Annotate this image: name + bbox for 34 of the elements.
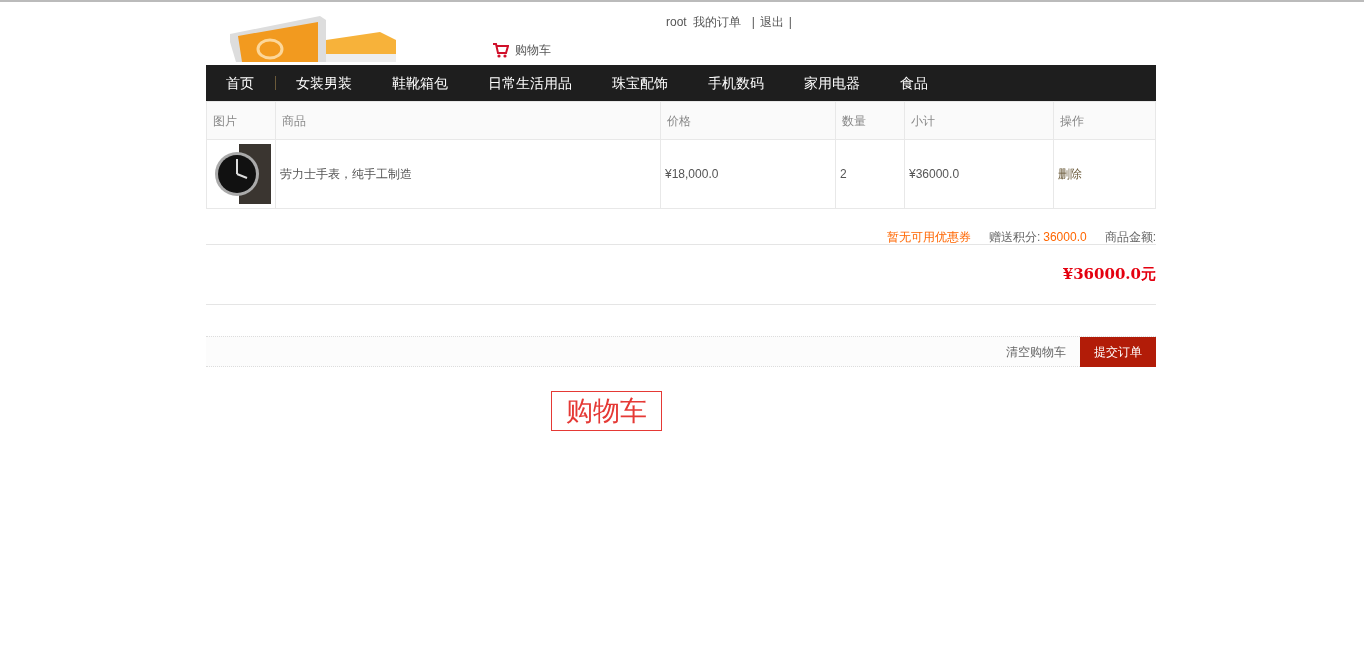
nav-item[interactable]: 手机数码 <box>688 72 784 94</box>
column-header: 商品 <box>275 101 661 140</box>
header-link[interactable]: 我的订单 <box>692 13 741 31</box>
nav-item[interactable]: 食品 <box>880 72 948 94</box>
cart-link[interactable]: 购物车 <box>515 41 551 59</box>
separator: | <box>751 14 755 31</box>
coupon-notice: 暂无可用优惠券 <box>886 228 971 246</box>
column-header: 价格 <box>660 101 836 140</box>
points-value: 36000.0 <box>1043 228 1087 246</box>
delete-link[interactable]: 删除 <box>1053 139 1156 209</box>
total-amount: ¥36000.0元 <box>1062 264 1156 286</box>
nav-item[interactable]: 家用电器 <box>784 72 880 94</box>
nav-item[interactable]: 女装男装 <box>276 72 372 94</box>
product-name: 劳力士手表，纯手工制造 <box>275 139 661 209</box>
separator: | <box>788 14 792 31</box>
submit-order-button[interactable]: 提交订单 <box>1080 336 1156 367</box>
column-header: 数量 <box>835 101 905 140</box>
column-header: 小计 <box>904 101 1054 140</box>
username: root <box>666 14 687 31</box>
column-header: 图片 <box>206 101 276 140</box>
nav-item[interactable]: 珠宝配饰 <box>592 72 688 94</box>
nav-item[interactable]: 首页 <box>206 76 276 90</box>
clear-cart-link[interactable]: 清空购物车 <box>1006 342 1066 361</box>
column-header: 操作 <box>1053 101 1156 140</box>
amount-label: 商品金额: <box>1104 228 1156 246</box>
price: ¥18,000.0 <box>660 139 836 209</box>
nav-item[interactable]: 鞋靴箱包 <box>372 72 468 94</box>
quantity: 2 <box>835 139 905 209</box>
nav-item[interactable]: 日常生活用品 <box>468 72 592 94</box>
header-link[interactable]: 退出 <box>759 13 784 31</box>
points-label: 赠送积分: <box>988 228 1041 246</box>
subtotal: ¥36000.0 <box>904 139 1054 209</box>
cart-icon[interactable] <box>492 42 509 58</box>
stamp-label: 购物车 <box>551 391 662 431</box>
